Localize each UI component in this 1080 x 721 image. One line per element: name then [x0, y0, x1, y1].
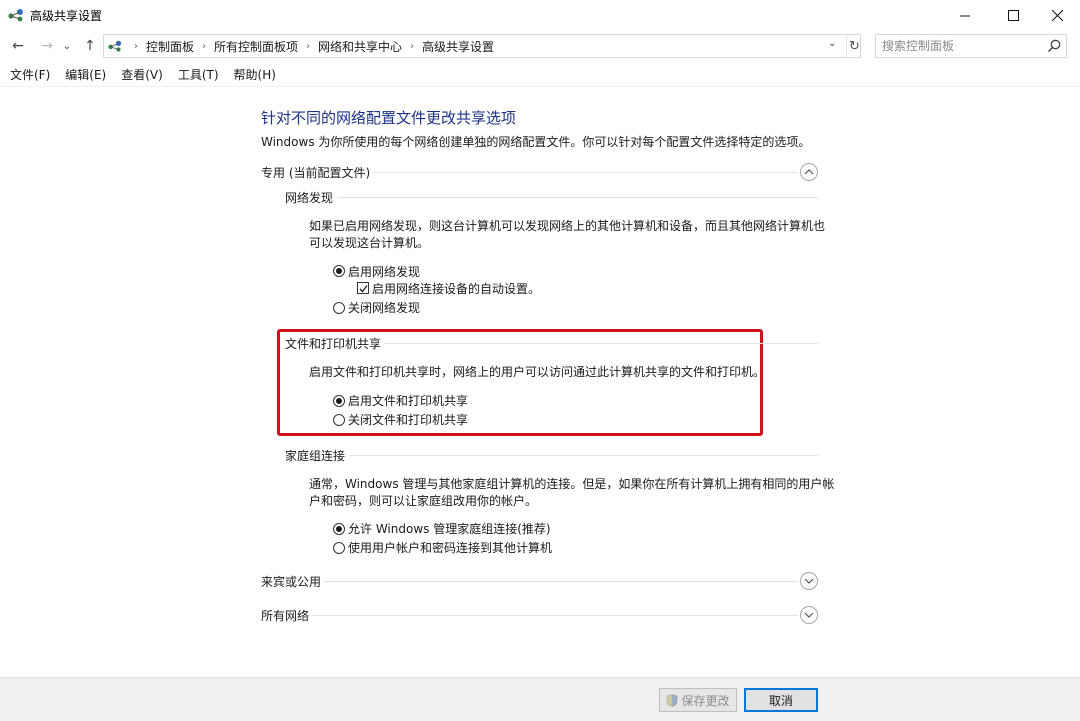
collapse-private-button[interactable] [800, 163, 818, 181]
refresh-icon: ↻ [849, 38, 860, 54]
divider [372, 172, 798, 173]
auto-setup-label[interactable]: 启用网络连接设备的自动设置。 [372, 280, 540, 297]
menu-help[interactable]: 帮助(H) [234, 66, 276, 83]
network-icon [8, 9, 23, 22]
file-printer-sharing-desc: 启用文件和打印机共享时，网络上的用户可以访问通过此计算机共享的文件和打印机。 [309, 365, 766, 379]
homegroup-desc-line2: 户和密码，则可以让家庭组改用你的帐户。 [309, 494, 538, 508]
breadcrumb-all-items[interactable]: 所有控制面板项 [214, 38, 298, 55]
window-title: 高级共享设置 [30, 9, 103, 23]
recent-locations-button[interactable]: ⌄ [60, 36, 74, 56]
breadcrumb-control-panel[interactable]: 控制面板 [146, 38, 194, 55]
chevron-up-icon [804, 169, 814, 175]
close-button[interactable] [1034, 0, 1080, 30]
divider [324, 581, 798, 582]
breadcrumb-separator-icon[interactable]: › [202, 41, 206, 52]
page-title: 针对不同的网络配置文件更改共享选项 [261, 109, 517, 127]
search-box[interactable] [875, 34, 1067, 58]
divider [384, 343, 818, 344]
breadcrumb-advanced-sharing[interactable]: 高级共享设置 [422, 38, 494, 55]
breadcrumb-separator-icon[interactable]: › [306, 41, 310, 52]
maximize-icon [1007, 9, 1019, 21]
network-discovery-desc-line2: 可以发现这台计算机。 [309, 236, 430, 250]
save-changes-button[interactable]: 保存更改 [659, 688, 737, 712]
back-arrow-icon: ← [12, 38, 24, 54]
cancel-button[interactable]: 取消 [744, 688, 818, 712]
forward-button[interactable]: → [37, 36, 57, 56]
footer-bar: 保存更改 取消 [0, 677, 1080, 721]
profile-guest-title[interactable]: 来宾或公用 [261, 573, 321, 590]
save-changes-label: 保存更改 [681, 693, 730, 708]
search-icon[interactable] [1046, 38, 1062, 54]
forward-arrow-icon: → [41, 38, 53, 54]
checkmark-icon [359, 285, 368, 293]
up-button[interactable]: ↑ [80, 36, 100, 56]
network-discovery-desc-line1: 如果已启用网络发现，则这台计算机可以发现网络上的其他计算机和设备，而且其他网络计… [309, 219, 826, 233]
breadcrumb: › 控制面板 › 所有控制面板项 › 网络和共享中心 › 高级共享设置 [126, 35, 494, 57]
chevron-down-icon [804, 612, 814, 618]
network-discovery-on-label[interactable]: 启用网络发现 [348, 263, 420, 280]
homegroup-user-label[interactable]: 使用用户帐户和密码连接到其他计算机 [348, 539, 552, 556]
network-discovery-title: 网络发现 [285, 191, 334, 205]
menu-file[interactable]: 文件(F) [10, 66, 50, 83]
maximize-button[interactable] [990, 0, 1036, 30]
minimize-icon [959, 15, 970, 16]
homegroup-desc-line1: 通常，Windows 管理与其他家庭组计算机的连接。但是，如果你在所有计算机上拥… [309, 477, 835, 491]
shield-icon [667, 693, 678, 707]
profile-private-title[interactable]: 专用 (当前配置文件) [261, 164, 370, 181]
main-content: 针对不同的网络配置文件更改共享选项 Windows 为你所使用的每个网络创建单独… [0, 86, 1080, 677]
homegroup-title: 家庭组连接 [285, 449, 346, 463]
checkbox-auto-setup[interactable] [357, 282, 369, 294]
divider [312, 615, 798, 616]
cancel-label: 取消 [768, 693, 793, 708]
expand-guest-button[interactable] [800, 572, 818, 590]
breadcrumb-separator-icon: › [134, 40, 138, 52]
chevron-down-icon: ⌄ [62, 40, 72, 52]
divider [338, 197, 818, 198]
refresh-button[interactable]: ↻ [846, 35, 862, 57]
divider [350, 455, 818, 456]
navigation-bar: ← → ⌄ ↑ › 控制面板 › 所有控制面板项 › 网络和共享中心 › 高级共… [0, 30, 1080, 62]
close-icon [1051, 9, 1063, 21]
radio-homegroup-user[interactable] [333, 542, 345, 554]
menu-edit[interactable]: 编辑(E) [65, 66, 106, 83]
page-description: Windows 为你所使用的每个网络创建单独的网络配置文件。你可以针对每个配置文… [261, 135, 811, 149]
breadcrumb-separator-icon[interactable]: › [410, 41, 414, 52]
minimize-button[interactable] [942, 0, 988, 30]
network-icon [108, 40, 122, 52]
menu-tools[interactable]: 工具(T) [178, 66, 219, 83]
address-bar[interactable]: › 控制面板 › 所有控制面板项 › 网络和共享中心 › 高级共享设置 ⌄ ↻ [103, 34, 861, 58]
radio-network-discovery-on[interactable] [333, 265, 345, 277]
homegroup-allow-label[interactable]: 允许 Windows 管理家庭组连接(推荐) [348, 520, 551, 537]
up-arrow-icon: ↑ [84, 38, 96, 54]
expand-all-button[interactable] [800, 606, 818, 624]
radio-homegroup-allow[interactable] [333, 523, 345, 535]
chevron-down-icon [804, 578, 814, 584]
profile-all-title[interactable]: 所有网络 [261, 607, 309, 624]
radio-network-discovery-off[interactable] [333, 302, 345, 314]
title-bar: 高级共享设置 [0, 0, 1080, 30]
radio-file-sharing-on[interactable] [333, 395, 345, 407]
menu-bar: 文件(F) 编辑(E) 查看(V) 工具(T) 帮助(H) [0, 62, 1080, 86]
radio-file-sharing-off[interactable] [333, 414, 345, 426]
breadcrumb-network-center[interactable]: 网络和共享中心 [318, 38, 402, 55]
back-button[interactable]: ← [8, 36, 28, 56]
search-input[interactable] [882, 38, 1042, 54]
file-sharing-off-label[interactable]: 关闭文件和打印机共享 [348, 411, 468, 428]
file-printer-sharing-title: 文件和打印机共享 [285, 337, 382, 351]
file-sharing-on-label[interactable]: 启用文件和打印机共享 [348, 392, 468, 409]
menu-view[interactable]: 查看(V) [121, 66, 163, 83]
address-dropdown-icon[interactable]: ⌄ [828, 38, 836, 49]
network-discovery-off-label[interactable]: 关闭网络发现 [348, 299, 420, 316]
